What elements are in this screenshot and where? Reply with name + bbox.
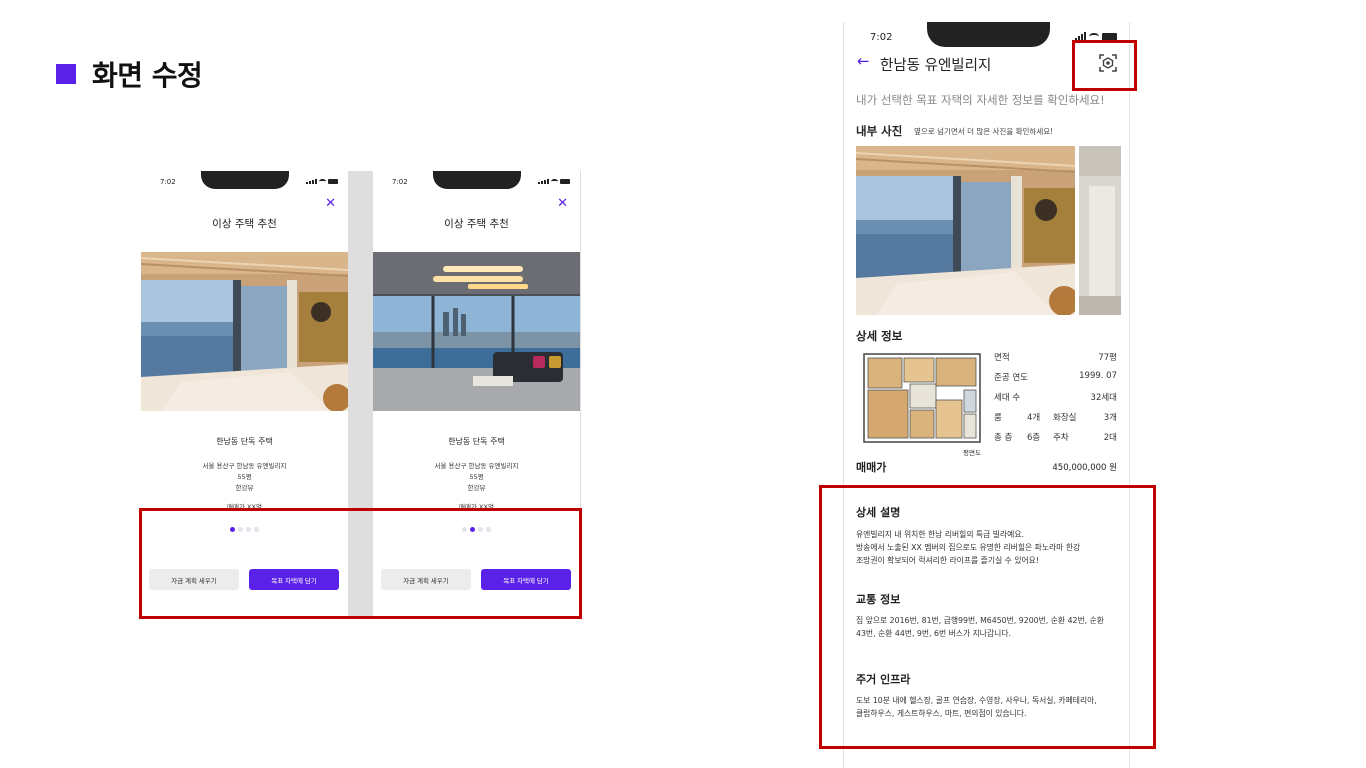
inner-photo[interactable] [856,146,1075,315]
spec-floors-value: 6층 [1027,433,1041,443]
floorplan-image[interactable] [862,350,982,446]
slide-title: 화면 수정 [92,59,203,92]
spec-households-label: 세대 수 [994,393,1021,403]
spec-rooms-label: 룸 [994,413,1002,423]
spec-households-value: 32세대 [1090,393,1117,403]
house-name: 한남동 단독 주택 [216,437,273,446]
house-address-block: 서울 용산구 한남동 유엔빌리지 55평 한강뷰 [373,461,580,494]
spec-area-value: 77평 [1098,353,1117,363]
house-photo[interactable] [141,252,348,411]
spec-parking-value: 2대 [1103,433,1117,443]
house-view: 한강뷰 [235,484,254,492]
phone-notch [433,171,521,189]
house-address: 서울 용산구 한남동 유엔빌리지 [202,462,287,470]
slide-header: 화면 수정 [56,54,203,94]
close-icon[interactable]: ✕ [557,197,568,210]
spec-rooms-value: 4개 [1027,413,1041,423]
spec-bath-value: 3개 [1103,413,1117,423]
title-bullet-square [56,64,76,84]
status-icons [306,179,338,184]
screen-title: 이상 주택 추천 [444,218,509,230]
phone-notch [201,171,289,189]
status-time: 7:02 [392,178,408,186]
highlight-box-ar-icon [1072,40,1137,91]
back-arrow-icon[interactable]: ← [857,54,870,69]
status-icons [538,179,570,184]
spec-area-label: 면적 [994,353,1010,363]
signal-icon [538,179,549,184]
detail-subtitle: 내가 선택한 목표 자택의 자세한 정보를 확인하세요! [856,93,1105,107]
phone-notch [927,22,1050,47]
house-detail-title: 한남동 유엔빌리지 [880,58,992,74]
house-name: 한남동 단독 주택 [448,437,505,446]
inner-photos-heading: 내부 사진 [856,124,903,138]
spec-floors-label: 총 층 [994,433,1013,443]
highlight-box-details [819,485,1156,749]
battery-icon [560,179,570,184]
house-address: 서울 용산구 한남동 유엔빌리지 [434,462,519,470]
house-view: 한강뷰 [467,484,486,492]
sale-price-label: 매매가 [856,461,887,474]
highlight-box-buttons [139,508,582,619]
house-size: 55평 [237,473,252,481]
spec-built-label: 준공 연도 [994,373,1028,383]
floorplan-label: 평면도 [963,449,981,457]
spec-built-value: 1999. 07 [1079,371,1117,381]
spec-parking-label: 주차 [1053,433,1069,443]
battery-icon [328,179,338,184]
status-time: 7:02 [870,32,893,43]
sale-price-value: 450,000,000 원 [1052,463,1117,473]
screen-title: 이상 주택 추천 [212,218,277,230]
house-address-block: 서울 용산구 한남동 유엔빌리지 55평 한강뷰 [141,461,348,494]
house-size: 55평 [469,473,484,481]
house-photo[interactable] [373,252,580,411]
close-icon[interactable]: ✕ [325,197,336,210]
detail-info-heading: 상세 정보 [856,329,903,343]
inner-photo[interactable] [1079,146,1121,315]
signal-icon [306,179,317,184]
spec-bath-label: 화장실 [1053,413,1077,423]
inner-photos-hint: 옆으로 넘기면서 더 많은 사진을 확인하세요! [914,127,1054,136]
wifi-icon [551,179,558,184]
wifi-icon [319,179,326,184]
status-time: 7:02 [160,178,176,186]
wifi-icon [1089,33,1099,40]
